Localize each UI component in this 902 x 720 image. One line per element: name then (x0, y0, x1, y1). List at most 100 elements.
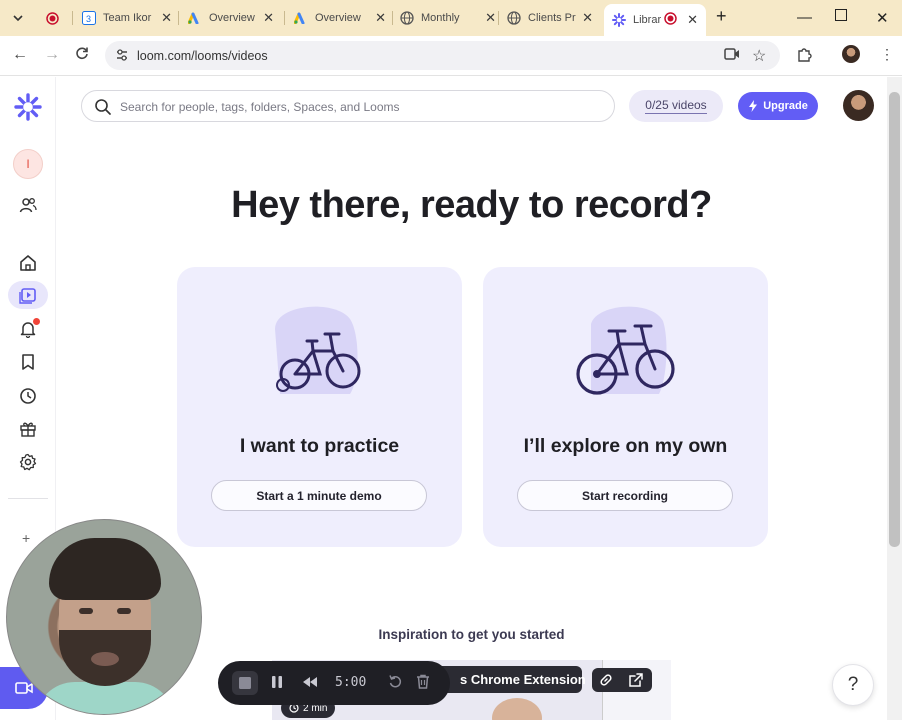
trash-icon (417, 674, 429, 689)
stop-recording-button[interactable] (232, 671, 258, 695)
chrome-menu-icon[interactable]: ⋮ (880, 46, 894, 63)
forward-arrow-icon[interactable]: → (44, 46, 60, 64)
stop-icon (239, 677, 251, 689)
add-space-icon[interactable]: + (22, 530, 30, 546)
close-tab-icon[interactable]: ✕ (485, 10, 496, 26)
page-scrollbar-thumb[interactable] (889, 92, 900, 547)
calendar-icon: 3 (82, 11, 96, 25)
user-avatar[interactable] (843, 90, 874, 121)
video-count-badge[interactable]: 0/25 videos (629, 90, 723, 122)
upgrade-button[interactable]: Upgrade (738, 92, 818, 120)
tab-separator (72, 11, 73, 25)
training-wheels-bike-icon (275, 306, 361, 394)
upgrade-label: Upgrade (763, 100, 808, 112)
back-arrow-icon[interactable]: ← (12, 46, 28, 64)
tab-separator (284, 11, 285, 25)
new-tab-icon[interactable]: + (716, 6, 727, 27)
globe-icon (507, 11, 521, 25)
reload-icon[interactable] (75, 46, 89, 65)
maximize-window-icon[interactable] (835, 8, 847, 25)
tab-overview-2[interactable]: Overview ✕ (294, 6, 386, 30)
rewind-icon (303, 677, 317, 687)
thumbnail-title: s Chrome Extension (460, 672, 586, 687)
members-icon[interactable] (16, 193, 40, 217)
close-tab-icon[interactable]: ✕ (375, 10, 386, 26)
page-title: Hey there, ready to record? (231, 184, 712, 226)
close-tab-icon[interactable]: ✕ (582, 10, 593, 26)
pause-button[interactable] (270, 675, 284, 689)
lightning-icon (749, 100, 758, 112)
close-tab-icon[interactable]: ✕ (263, 10, 274, 26)
tab-title: Overview (209, 12, 255, 24)
home-icon[interactable] (16, 251, 40, 275)
recording-timer: 5:00 (335, 675, 367, 690)
gift-icon[interactable] (16, 417, 40, 441)
search-input[interactable]: Search for people, tags, folders, Spaces… (81, 90, 615, 122)
tab-search-icon-button[interactable] (12, 6, 26, 30)
video-camera-icon (15, 682, 33, 694)
loom-icon (612, 13, 626, 27)
clock-icon[interactable] (16, 384, 40, 408)
extensions-puzzle-icon[interactable] (797, 46, 813, 67)
camera-in-use-icon[interactable] (724, 47, 740, 66)
restart-button[interactable] (388, 674, 403, 689)
tab-separator (178, 11, 179, 25)
tab-title: Clients Pr (528, 12, 576, 24)
loom-logo-icon[interactable] (14, 93, 42, 121)
tab-library-active[interactable]: Librar ✕ (604, 4, 706, 36)
globe-icon (400, 11, 414, 25)
google-ads-icon (294, 11, 308, 25)
pause-icon (272, 676, 282, 688)
browser-toolbar: ← → loom.com/looms/videos ☆ ⋮ (0, 36, 902, 76)
explore-title: I’ll explore on my own (523, 435, 728, 457)
tab-monthly[interactable]: Monthly ✕ (400, 6, 496, 30)
minimize-window-icon[interactable]: — (797, 9, 812, 26)
tab-separator (392, 11, 393, 25)
start-recording-button[interactable]: Start recording (517, 480, 733, 511)
svg-text:3: 3 (86, 14, 91, 24)
copy-link-icon[interactable] (598, 672, 614, 693)
tab-team-ikor[interactable]: 3 Team Ikor ✕ (82, 6, 172, 30)
url-text: loom.com/looms/videos (137, 49, 268, 63)
practice-title: I want to practice (239, 435, 400, 457)
tab-title: Monthly (421, 12, 460, 24)
tab-title: Team Ikor (103, 12, 152, 24)
search-placeholder: Search for people, tags, folders, Spaces… (120, 100, 400, 114)
delete-recording-button[interactable] (416, 674, 430, 689)
bookmark-icon[interactable] (16, 350, 40, 374)
browser-tab-bar: 3 Team Ikor ✕ Overview ✕ Overview ✕ Mont… (0, 0, 902, 36)
tab-recording[interactable] (45, 6, 71, 30)
start-demo-button[interactable]: Start a 1 minute demo (211, 480, 427, 511)
settings-gear-icon[interactable] (16, 450, 40, 474)
sidebar-divider (8, 498, 48, 499)
bicycle-icon (576, 306, 675, 395)
thumbnail-presenter (492, 698, 542, 720)
recording-controls-bar: 5:00 (218, 661, 450, 705)
tab-separator (498, 11, 499, 25)
close-tab-icon[interactable]: ✕ (687, 12, 698, 28)
webcam-eye (79, 608, 93, 614)
google-ads-icon (188, 11, 202, 25)
tab-title: Librar (633, 14, 661, 26)
workspace-badge[interactable]: I (13, 149, 43, 179)
tab-clients[interactable]: Clients Pr ✕ (507, 6, 593, 30)
explore-card[interactable]: I’ll explore on my own Start recording (483, 267, 768, 547)
restart-icon (389, 675, 402, 688)
bookmark-star-icon[interactable]: ☆ (752, 46, 766, 66)
chevron-down-icon (13, 15, 23, 22)
practice-card[interactable]: I want to practice Start a 1 minute demo (177, 267, 462, 547)
profile-avatar[interactable] (842, 45, 860, 63)
close-tab-icon[interactable]: ✕ (161, 10, 172, 26)
address-bar[interactable]: loom.com/looms/videos ☆ (105, 41, 780, 70)
notifications-bell-icon[interactable] (16, 317, 40, 341)
rewind-button[interactable] (302, 675, 318, 689)
notification-dot (33, 318, 40, 325)
webcam-bubble[interactable] (6, 519, 202, 715)
library-videos-icon[interactable] (8, 281, 48, 309)
help-button[interactable]: ? (832, 664, 874, 706)
tab-overview-1[interactable]: Overview ✕ (188, 6, 274, 30)
open-external-icon[interactable] (628, 672, 644, 693)
video-count-text: 0/25 videos (645, 98, 707, 114)
site-info-icon[interactable] (115, 48, 129, 62)
close-window-icon[interactable]: ✕ (876, 9, 889, 27)
